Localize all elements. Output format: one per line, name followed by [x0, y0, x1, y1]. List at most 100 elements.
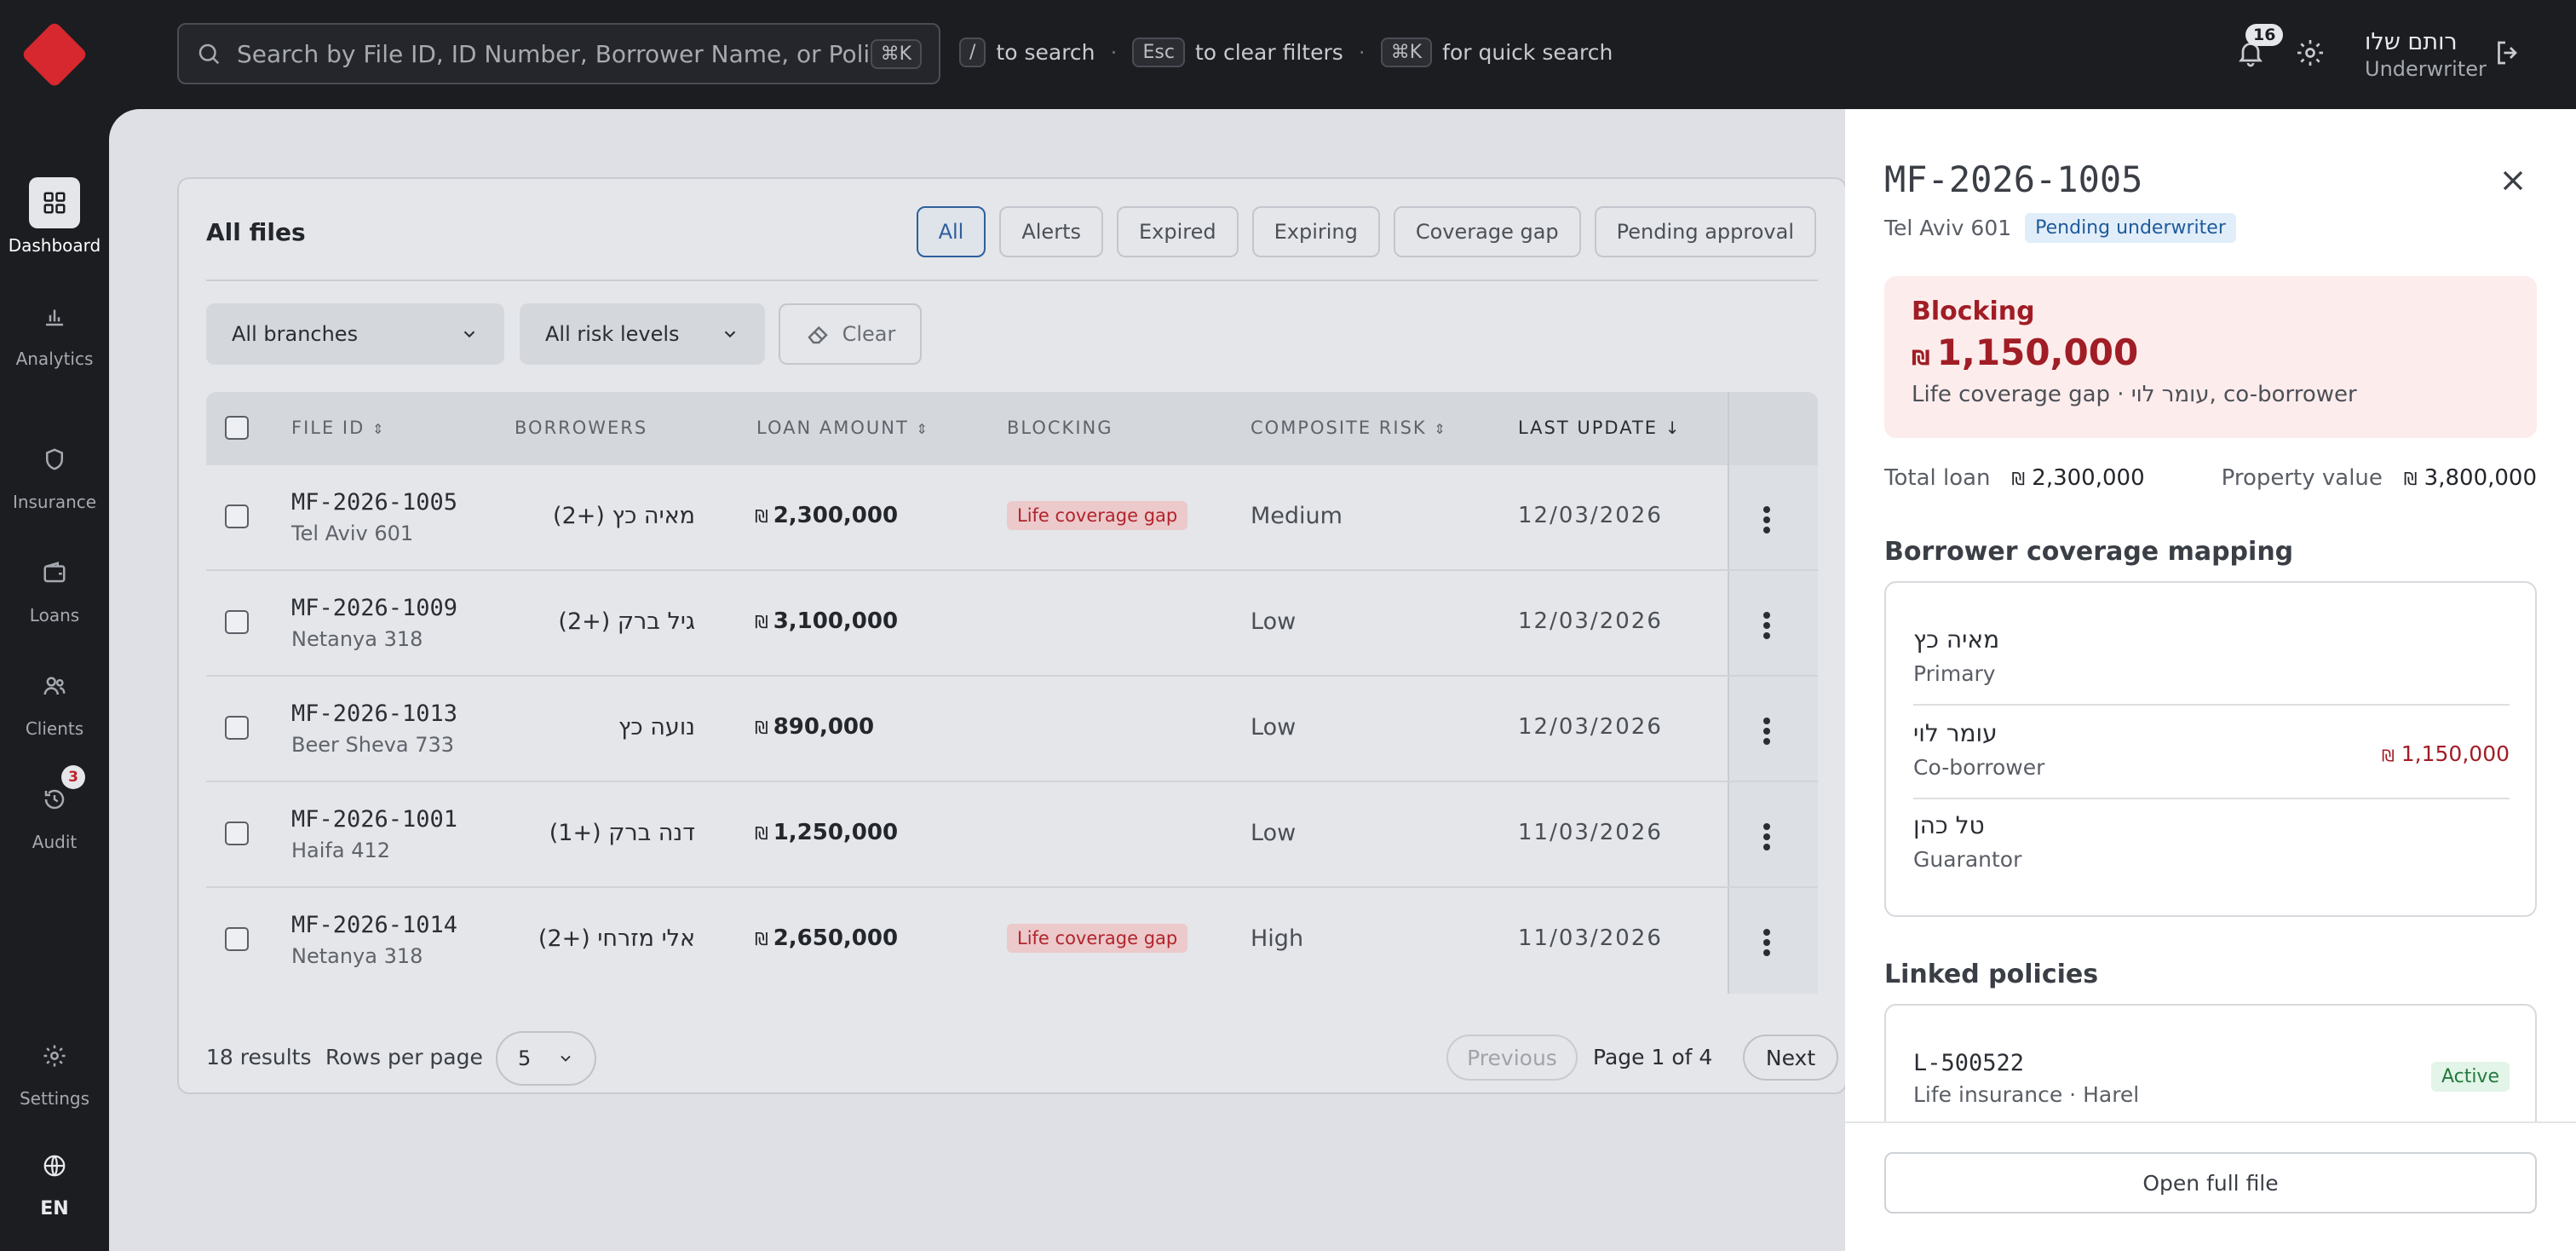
status-badge: Pending underwriter	[2025, 213, 2236, 243]
column-header-file-id[interactable]: FILE ID ⇕	[291, 418, 385, 438]
results-count: 18 results	[206, 1045, 312, 1069]
total-loan-label: Total loan	[1884, 465, 1991, 491]
row-checkbox[interactable]	[225, 822, 249, 845]
coverage-mapping-list: מאיה כץ Primary עומר לוי Co-borrower ₪ 1…	[1884, 581, 2537, 917]
more-actions-icon[interactable]	[1758, 503, 1775, 537]
last-update: 11/03/2026	[1518, 925, 1663, 951]
file-id[interactable]: MF-2026-1001	[291, 806, 457, 833]
file-id[interactable]: MF-2026-1009	[291, 595, 457, 621]
file-id[interactable]: MF-2026-1014	[291, 912, 457, 938]
sidebar-item-label: Loans	[29, 605, 80, 626]
row-checkbox[interactable]	[225, 927, 249, 951]
chevron-down-icon	[724, 331, 736, 338]
branch-select[interactable]: All branches	[206, 303, 504, 365]
list-item[interactable]: עומר לוי Co-borrower ₪ 1,150,000	[1913, 719, 2510, 811]
previous-page-button[interactable]: Previous	[1446, 1035, 1578, 1081]
filter-chip-coverage-gap[interactable]: Coverage gap	[1393, 206, 1581, 257]
hint-text: for quick search	[1442, 40, 1613, 65]
filter-chip-all[interactable]: All	[916, 206, 986, 257]
column-header-last-update[interactable]: LAST UPDATE ↓	[1518, 418, 1682, 438]
loan-amount: ₪ 3,100,000	[755, 608, 899, 634]
more-actions-icon[interactable]	[1758, 714, 1775, 748]
more-actions-icon[interactable]	[1758, 925, 1775, 960]
list-item[interactable]: טל כהן Guarantor	[1913, 811, 2510, 903]
file-id[interactable]: MF-2026-1005	[291, 489, 457, 516]
loan-amount: ₪ 2,300,000	[755, 503, 899, 528]
chevron-down-icon	[561, 1055, 571, 1062]
filter-chip-pending-approval[interactable]: Pending approval	[1594, 206, 1816, 257]
file-location: Tel Aviv 601	[291, 522, 414, 545]
file-location: Netanya 318	[291, 627, 423, 651]
table-row[interactable]: MF-2026-1013 Beer Sheva 733 נועה כץ ₪ 890…	[206, 677, 1818, 782]
clear-filters-button[interactable]: Clear	[779, 303, 922, 365]
rows-per-page-select[interactable]: 5	[496, 1031, 596, 1086]
history-icon	[44, 789, 65, 810]
risk-select[interactable]: All risk levels	[520, 303, 765, 365]
user-role: Underwriter	[2365, 57, 2487, 81]
branch-select-value: All branches	[232, 322, 359, 346]
filter-chip-expired[interactable]: Expired	[1116, 206, 1239, 257]
table-row[interactable]: MF-2026-1014 Netanya 318 אלי מזרחי (+2) …	[206, 888, 1818, 994]
open-full-file-button[interactable]: Open full file	[1884, 1152, 2537, 1214]
language-label: EN	[40, 1198, 69, 1219]
file-detail-drawer: MF-2026-1005 Tel Aviv 601 Pending underw…	[1845, 109, 2576, 1251]
sidebar-item-label: Analytics	[15, 349, 94, 369]
chevron-down-icon	[463, 331, 475, 338]
section-title: Linked policies	[1884, 960, 2099, 989]
user-menu[interactable]: רותם שלו Underwriter	[2365, 29, 2487, 81]
column-header-loan-amount[interactable]: LOAN AMOUNT ⇕	[756, 418, 929, 438]
language-switcher[interactable]: EN	[0, 1140, 109, 1219]
loan-amount: ₪ 1,250,000	[755, 820, 899, 845]
file-location: Beer Sheva 733	[291, 733, 455, 757]
more-actions-icon[interactable]	[1758, 608, 1775, 643]
gear-icon[interactable]	[2295, 37, 2326, 68]
search-shortcut-kbd: ⌘K	[870, 38, 922, 69]
more-actions-icon[interactable]	[1758, 820, 1775, 854]
filter-chip-expiring[interactable]: Expiring	[1251, 206, 1380, 257]
logo[interactable]	[20, 20, 89, 89]
sidebar-item-insurance[interactable]: Insurance	[0, 434, 109, 512]
column-header-blocking: BLOCKING	[1007, 418, 1113, 438]
loan-totals: Total loan ₪ 2,300,000 Property value ₪ …	[1884, 465, 2537, 499]
keyboard-hints: / to search · Esc to clear filters · ⌘K …	[959, 37, 1613, 67]
logout-icon[interactable]	[2493, 37, 2523, 68]
drawer-title: MF-2026-1005	[1884, 159, 2143, 200]
row-checkbox[interactable]	[225, 610, 249, 634]
table-row[interactable]: MF-2026-1001 Haifa 412 דנה ברק (+1) ₪ 1,2…	[206, 782, 1818, 888]
search-input[interactable]: Search by File ID, ID Number, Borrower N…	[177, 23, 940, 84]
drawer-footer: Open full file	[1845, 1121, 2576, 1251]
filter-chip-alerts[interactable]: Alerts	[999, 206, 1103, 257]
blocking-alert: Blocking ₪ 1,150,000 Life coverage gap · …	[1884, 276, 2537, 438]
page-info: Page 1 of 4	[1593, 1045, 1713, 1069]
table-row[interactable]: MF-2026-1009 Netanya 318 גיל ברק (+2) ₪ 3…	[206, 571, 1818, 677]
borrowers: גיל ברק (+2)	[558, 608, 695, 635]
row-checkbox[interactable]	[225, 716, 249, 740]
sidebar-item-analytics[interactable]: Analytics	[0, 291, 109, 369]
hint-key: Esc	[1132, 37, 1185, 67]
sidebar-item-clients[interactable]: Clients	[0, 660, 109, 739]
table-row[interactable]: MF-2026-1005 Tel Aviv 601 מאיה כץ (+2) ₪…	[206, 465, 1818, 571]
file-location: Haifa 412	[291, 839, 391, 862]
page-title: All files	[206, 218, 306, 246]
sidebar-item-settings[interactable]: Settings	[0, 1030, 109, 1109]
composite-risk: Medium	[1251, 503, 1343, 529]
hint-key: /	[959, 37, 986, 67]
sidebar-item-label: Dashboard	[8, 235, 101, 256]
file-id[interactable]: MF-2026-1013	[291, 700, 457, 727]
sidebar-item-loans[interactable]: Loans	[0, 547, 109, 626]
hint-text: to search	[996, 40, 1095, 65]
gear-icon	[43, 1045, 66, 1067]
sidebar-item-dashboard[interactable]: Dashboard	[0, 177, 109, 256]
borrower-role: Co-borrower	[1913, 755, 2045, 780]
column-header-composite-risk[interactable]: COMPOSITE RISK ⇕	[1251, 418, 1447, 438]
list-item[interactable]: מאיה כץ Primary	[1913, 626, 2510, 718]
policy-status-badge: Active	[2430, 1062, 2510, 1092]
next-page-button[interactable]: Next	[1743, 1035, 1838, 1081]
blocking-description: Life coverage gap · עומר לוי, co-borrowe…	[1912, 382, 2357, 407]
risk-select-value: All risk levels	[545, 322, 680, 346]
row-checkbox[interactable]	[225, 504, 249, 528]
sidebar-item-audit[interactable]: Audit	[0, 774, 109, 852]
bar-chart-icon	[46, 309, 63, 326]
select-all-checkbox[interactable]	[225, 416, 249, 440]
close-icon[interactable]	[2496, 164, 2530, 198]
